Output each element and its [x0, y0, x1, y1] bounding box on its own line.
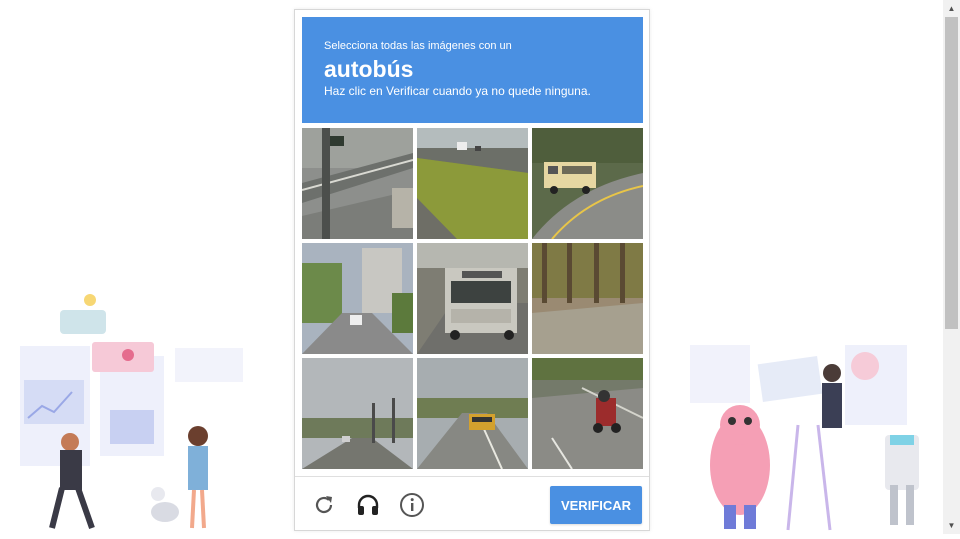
scroll-down-arrow-icon[interactable]: ▼ — [943, 517, 960, 534]
tile-image — [417, 243, 528, 354]
tile-image — [417, 128, 528, 239]
tile-image — [302, 243, 413, 354]
target-object-label: autobús — [324, 56, 414, 82]
tile-image — [417, 358, 528, 469]
left-background-illustration — [0, 280, 260, 534]
page-scrollbar[interactable]: ▲ ▼ — [943, 0, 960, 534]
image-tile-6[interactable] — [532, 243, 643, 354]
captcha-widget: Selecciona todas las imágenes con un aut… — [294, 9, 650, 531]
reload-icon — [315, 496, 333, 514]
challenge-header: Selecciona todas las imágenes con un aut… — [302, 17, 643, 123]
right-background-illustration — [680, 335, 945, 534]
verify-button[interactable]: VERIFICAR — [550, 486, 642, 524]
scroll-up-arrow-icon[interactable]: ▲ — [943, 0, 960, 17]
image-tile-1[interactable] — [302, 128, 413, 239]
headphones-icon — [357, 494, 379, 515]
image-tile-4[interactable] — [302, 243, 413, 354]
image-tile-7[interactable] — [302, 358, 413, 469]
instruction-text: Selecciona todas las imágenes con un — [324, 40, 512, 52]
image-tile-8[interactable] — [417, 358, 528, 469]
info-icon — [400, 493, 424, 517]
image-tile-5[interactable] — [417, 243, 528, 354]
instruction-subtext: Haz clic en Verificar cuando ya no quede… — [324, 84, 591, 98]
info-button[interactable] — [398, 491, 426, 519]
image-grid — [302, 128, 643, 469]
tile-image — [532, 358, 643, 469]
tile-image — [302, 358, 413, 469]
tile-image — [532, 128, 643, 239]
audio-challenge-button[interactable] — [354, 491, 382, 519]
tile-image — [532, 243, 643, 354]
image-tile-3[interactable] — [532, 128, 643, 239]
image-tile-9[interactable] — [532, 358, 643, 469]
tile-image — [302, 128, 413, 239]
footer-divider — [295, 476, 649, 477]
scroll-thumb[interactable] — [945, 17, 958, 329]
image-tile-2[interactable] — [417, 128, 528, 239]
reload-button[interactable] — [310, 491, 338, 519]
